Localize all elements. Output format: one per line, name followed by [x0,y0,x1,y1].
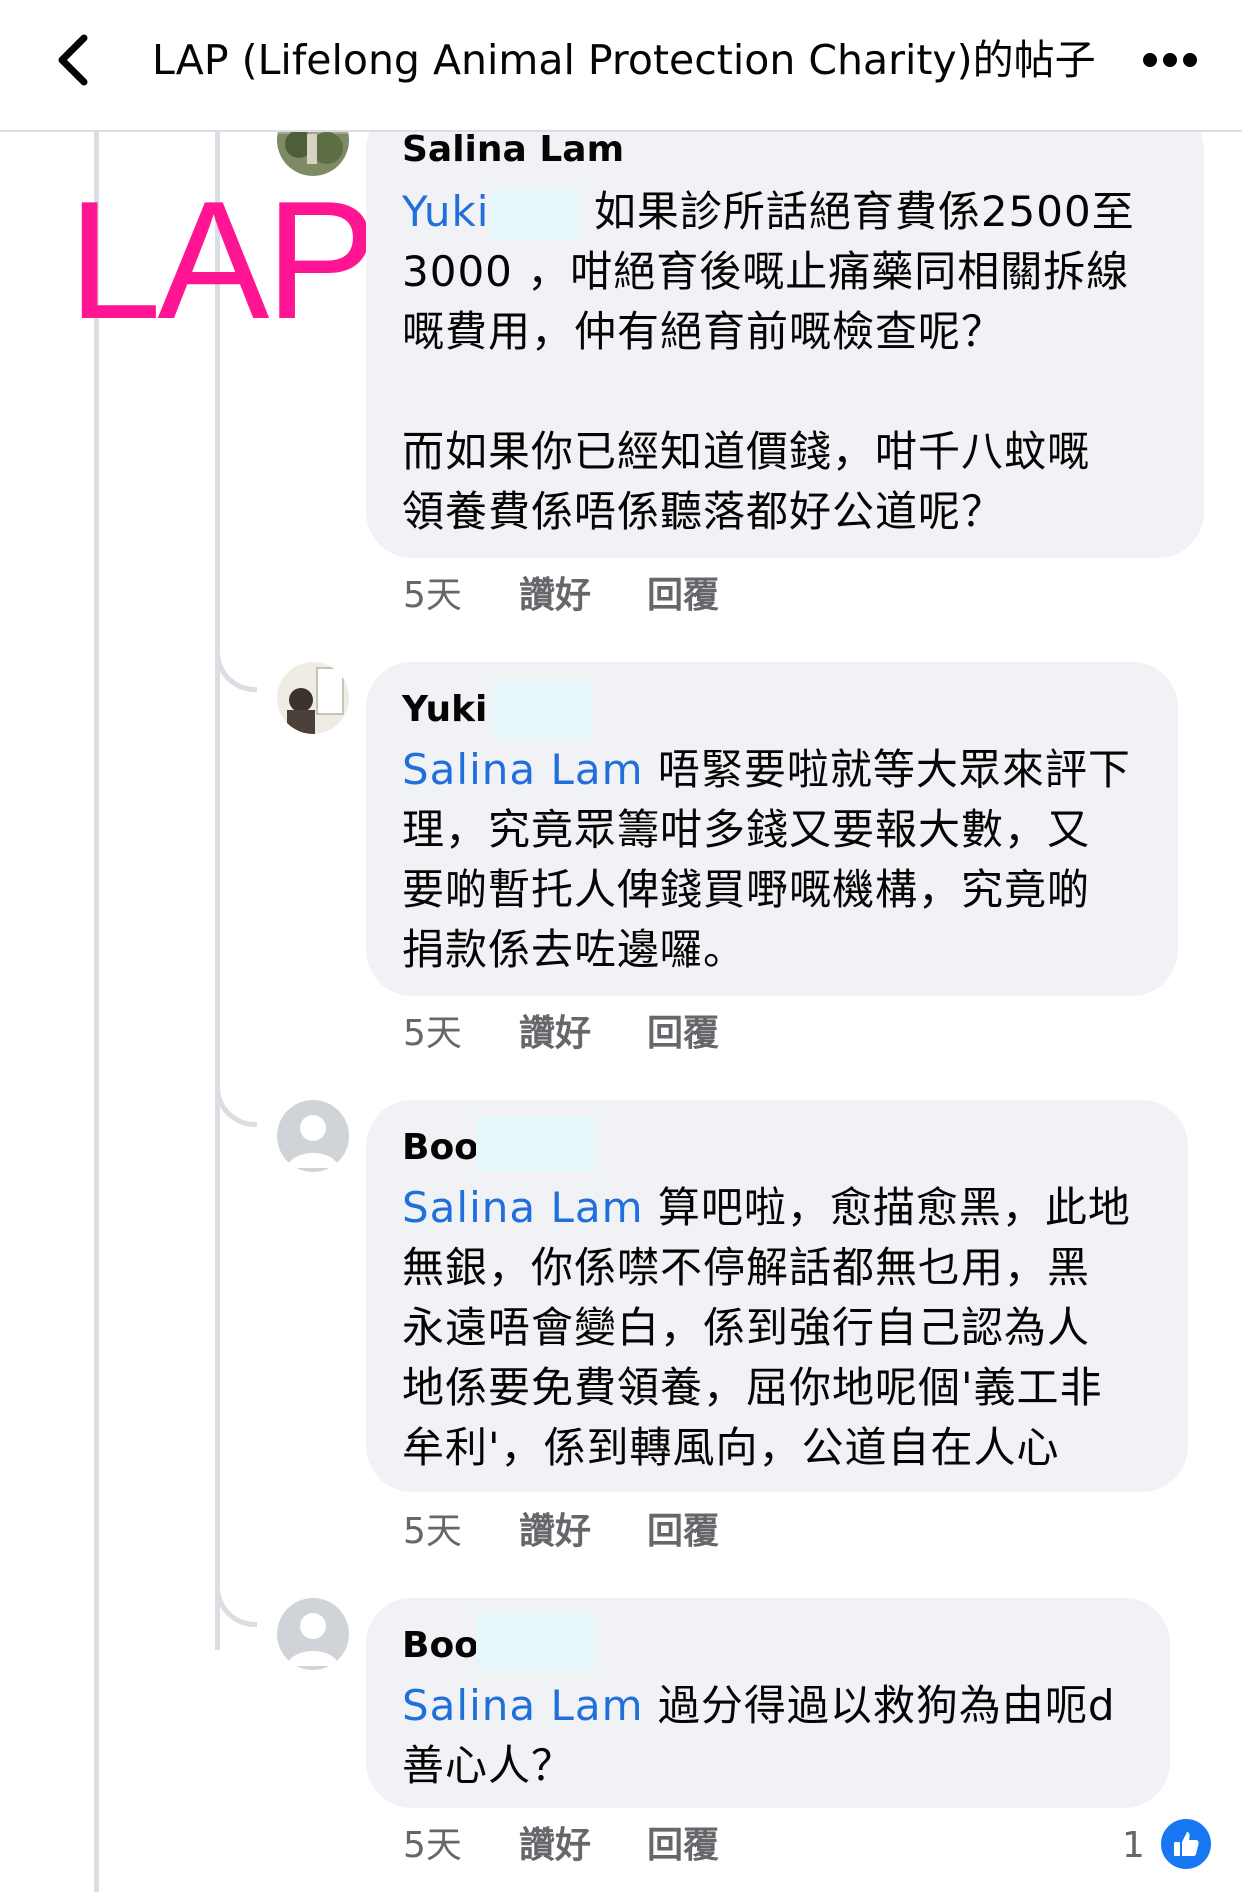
reaction-count[interactable]: 1 [1122,1822,1145,1870]
comment-time: 5天 [403,575,462,616]
comment-text-line: 唔緊要啦就等大眾來評下 [657,745,1131,794]
comment-text-line: 算吧啦，愈描愈黑，此地 [657,1183,1131,1232]
reply-button[interactable]: 回覆 [647,1822,719,1870]
comment-author[interactable]: Yuki [402,686,487,734]
like-button[interactable]: 讚好 [519,572,591,620]
redacted-name [494,682,592,738]
comment-text: Salina Lam 唔緊要啦就等大眾來評下 理，究竟眾籌咁多錢又要報大數，又 … [402,740,1148,980]
like-button[interactable]: 讚好 [519,1010,591,1058]
thumbs-up-icon [1174,1832,1199,1856]
chevron-left-icon [58,34,88,86]
comment-author[interactable]: Boo [402,1622,479,1670]
comment-text-body: 理，究竟眾籌咁多錢又要報大數，又 要啲暫托人俾錢買嘢嘅機構，究竟啲 捐款係去咗邊… [402,805,1091,974]
avatar[interactable] [277,1598,349,1670]
comment-text: Salina Lam 算吧啦，愈描愈黑，此地 無銀，你係噤不停解話都無乜用，黑 … [402,1178,1158,1478]
comment-time: 5天 [403,1825,462,1866]
comment-text: Salina Lam 過分得過以救狗為由呃d 善心人？ [402,1676,1140,1796]
mention-link[interactable]: Salina Lam [402,1183,644,1232]
mention-link[interactable]: Yuki [402,187,489,236]
top-bar: LAP (Lifelong Animal Protection Charity)… [0,0,1242,132]
thread-branch [215,1585,257,1627]
like-reaction-badge[interactable] [1158,1816,1214,1872]
comment-text-line: 過分得過以救狗為由呃d [657,1681,1116,1730]
like-button[interactable]: 讚好 [519,1822,591,1870]
comment-author[interactable]: Boo [402,1124,479,1172]
comment-bubble: Boo Salina Lam 算吧啦，愈描愈黑，此地 無銀，你係噤不停解話都無乜… [366,1100,1188,1492]
like-button[interactable]: 讚好 [519,1508,591,1556]
thread-branch [215,650,257,692]
comment-bubble: Boo Salina Lam 過分得過以救狗為由呃d 善心人？ [366,1598,1170,1808]
mention-link[interactable]: Salina Lam [402,745,644,794]
thread-line-inner [215,130,220,1650]
redacted-name [476,1116,594,1172]
comment-time: 5天 [403,1511,462,1552]
comment-bubble: Salina Lam Yuki 如果診所話絕育費係2500至 3000 ，咁絕育… [366,104,1204,558]
comment-text: Yuki 如果診所話絕育費係2500至 3000 ，咁絕育後嘅止痛藥同相關拆線 … [402,182,1174,542]
reply-button[interactable]: 回覆 [647,572,719,620]
reply-button[interactable]: 回覆 [647,1508,719,1556]
mention-link[interactable]: Salina Lam [402,1681,644,1730]
thread-line-outer [94,130,99,1892]
redacted-name [489,189,580,240]
avatar[interactable] [277,1100,349,1172]
comment-author[interactable]: Salina Lam [402,126,624,174]
more-dots-icon [1143,53,1197,67]
reply-button[interactable]: 回覆 [647,1010,719,1058]
more-options-button[interactable] [1130,30,1210,90]
comment-bubble: Yuki Salina Lam 唔緊要啦就等大眾來評下 理，究竟眾籌咁多錢又要報… [366,662,1178,996]
thread-branch [215,1085,257,1127]
lap-watermark: LAP [68,166,378,354]
comment-text-body: 善心人？ [402,1741,575,1790]
page-title: LAP (Lifelong Animal Protection Charity)… [152,36,1096,84]
back-button[interactable] [40,25,104,95]
comment-text-body: 3000 ，咁絕育後嘅止痛藥同相關拆線 嘅費用，仲有絕育前嘅檢查呢？ 而如果你已… [402,247,1130,536]
redacted-name [476,1614,594,1670]
comment-text-line: 如果診所話絕育費係2500至 [593,187,1135,236]
avatar[interactable] [277,662,349,734]
comment-time: 5天 [403,1013,462,1054]
comment-text-body: 無銀，你係噤不停解話都無乜用，黑 永遠唔會變白，係到強行自己認為人 地係要免費領… [402,1243,1103,1472]
